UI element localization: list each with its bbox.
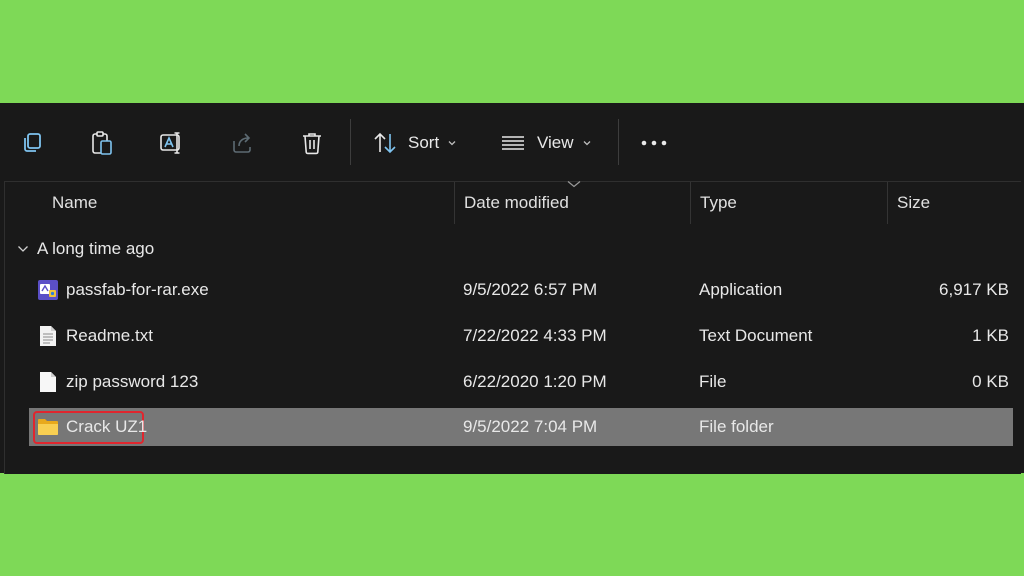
column-separator[interactable] [454,182,455,224]
toolbar-separator [350,119,351,165]
delete-icon [303,133,321,155]
sort-label: Sort [408,133,440,152]
file-name-cell: Readme.txt [37,317,153,355]
more-options-button[interactable] [636,125,672,161]
column-header-name[interactable]: Name [52,182,97,224]
file-explorer-window: Sort View Name Date modified Type Size A… [0,103,1024,474]
column-header-type[interactable]: Type [700,182,737,224]
chevron-down-icon [18,246,28,252]
paste-button[interactable] [84,125,120,161]
file-row[interactable]: passfab-for-rar.exe 9/5/2022 6:57 PM App… [29,271,1013,309]
view-button[interactable]: View [500,125,596,161]
rename-icon [160,132,180,154]
folder-row-selected[interactable]: Crack UZ1 9/5/2022 7:04 PM File folder [29,408,1013,446]
file-date: 9/5/2022 7:04 PM [463,417,598,436]
file-name: zip password 123 [66,372,199,391]
file-type: File folder [699,417,774,436]
file-name-cell: passfab-for-rar.exe [37,271,209,309]
command-bar: Sort View [0,103,1024,180]
folder-icon [37,415,59,439]
file-name-cell: zip password 123 [37,363,198,401]
group-header[interactable]: A long time ago [17,236,154,262]
paste-icon [92,131,112,155]
file-type: File [699,372,727,391]
share-icon [233,133,251,153]
sort-descending-icon [567,181,581,188]
file-type: Text Document [699,326,813,345]
column-header-size[interactable]: Size [897,182,930,224]
chevron-down-icon [583,141,591,146]
chevron-down-icon [448,141,456,146]
file-icon [37,370,59,394]
copy-button[interactable] [14,125,50,161]
column-separator[interactable] [690,182,691,224]
copy-icon [24,133,41,152]
rename-button[interactable] [154,125,190,161]
file-date: 6/22/2020 1:20 PM [463,372,607,391]
delete-button[interactable] [294,125,330,161]
file-date: 7/22/2022 4:33 PM [463,326,607,345]
file-name: passfab-for-rar.exe [66,280,209,299]
file-list: Name Date modified Type Size A long time… [4,181,1021,474]
file-row[interactable]: zip password 123 6/22/2020 1:20 PM File … [29,363,1013,401]
file-row[interactable]: Readme.txt 7/22/2022 4:33 PM Text Docume… [29,317,1013,355]
file-type: Application [699,280,783,299]
more-icon [641,140,667,146]
share-button[interactable] [224,125,260,161]
file-name: Crack UZ1 [66,417,148,436]
file-size: 1 KB [972,326,1009,345]
column-header-date[interactable]: Date modified [464,182,569,224]
file-date: 9/5/2022 6:57 PM [463,280,598,299]
text-document-icon [37,324,59,348]
toolbar-separator [618,119,619,165]
group-label: A long time ago [37,239,155,258]
application-icon [37,278,59,302]
file-size: 0 KB [972,372,1009,391]
file-name-cell: Crack UZ1 [37,408,147,446]
file-size: 6,917 KB [939,280,1009,299]
view-icon [502,136,524,150]
view-label: View [537,133,574,152]
sort-button[interactable]: Sort [372,125,464,161]
file-name: Readme.txt [66,326,153,345]
sort-icon [374,132,396,154]
column-separator[interactable] [887,182,888,224]
